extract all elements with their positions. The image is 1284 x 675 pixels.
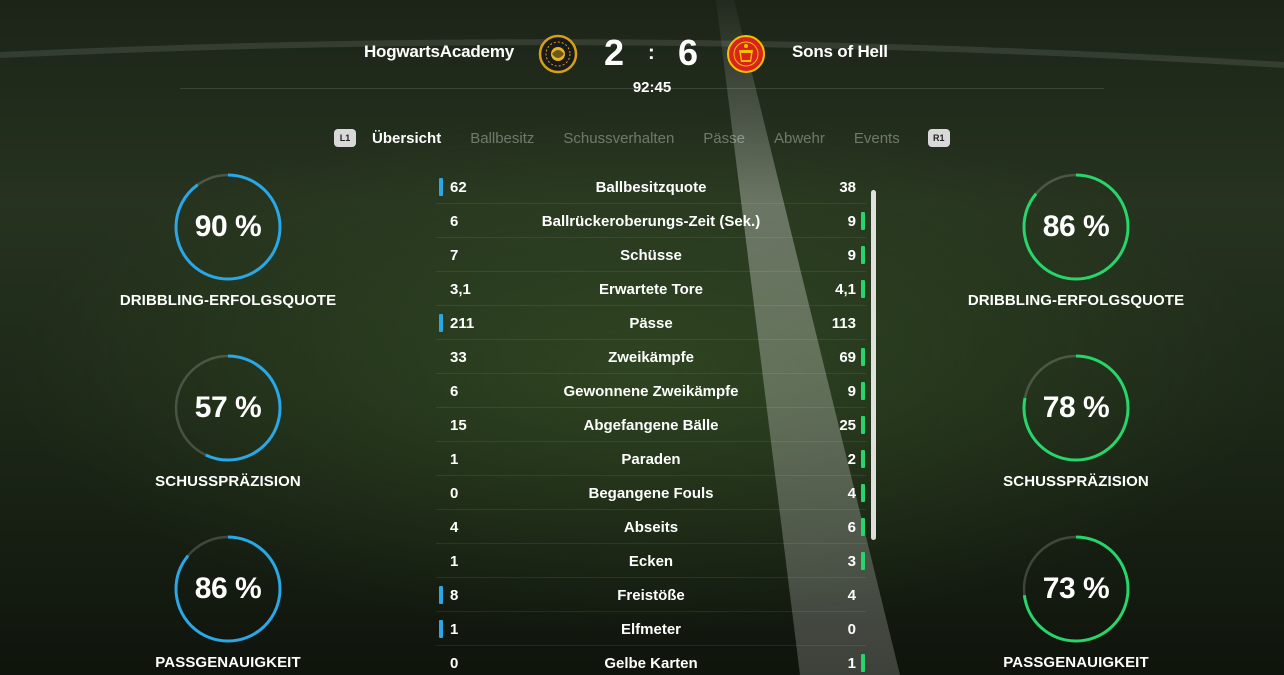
away-stat-value: 38 [839,179,856,196]
stat-label: Elfmeter [620,621,682,638]
stat-label: Ecken [628,553,674,570]
stat-row: 1 Paraden 2 [436,442,866,476]
stats-table: 62 Ballbesitzquote 38 6 Ballrückeroberungs-Z… [436,170,866,675]
stat-label: Pässe [629,315,673,332]
header-divider [180,88,1104,89]
stat-row: 6 Gewonnene Zweikämpfe 9 [436,374,866,408]
ring-value: 90 % [194,210,262,243]
home-score: 2 [604,32,625,73]
home-crest-icon [538,34,578,74]
away-stat-value: 4 [847,485,856,502]
progress-ring: 57 % [174,354,282,462]
home-ring-stat: 57 % SCHUSSPRÄZISION [98,354,358,490]
tab-schussverhalten[interactable]: Schussverhalten [563,130,674,147]
away-stat-value: 0 [847,621,856,638]
stat-label: Erwartete Tore [599,281,703,298]
progress-ring: 90 % [174,173,282,281]
ring-value: 86 % [194,572,262,605]
stat-row: 62 Ballbesitzquote 38 [436,170,866,204]
away-ring-stat: 86 % DRIBBLING-ERFOLGSQUOTE [946,173,1206,309]
stat-row: 15 Abgefangene Bälle 25 [436,408,866,442]
away-stat-value: 3 [847,553,856,570]
scoreboard: HogwartsAcademy 2 : 6 Sons of Hell 92:45 [0,30,1284,100]
away-stat-value: 4,1 [835,281,856,298]
stat-row: 7 Schüsse 9 [436,238,866,272]
ring-value: 78 % [1042,391,1110,424]
away-stat-value: 2 [847,451,856,468]
away-stat-value: 69 [839,349,856,366]
stat-row: 0 Begangene Fouls 4 [436,476,866,510]
tab-uebersicht[interactable]: Übersicht [372,130,441,147]
ring-label: SCHUSSPRÄZISION [155,473,301,490]
ring-value: 57 % [194,391,262,424]
home-ring-stat: 86 % PASSGENAUIGKEIT [98,535,358,671]
home-ring-stat: 90 % DRIBBLING-ERFOLGSQUOTE [98,173,358,309]
away-team-name: Sons of Hell [792,42,888,61]
away-stat-value: 25 [839,417,856,434]
away-stat-value: 9 [847,383,856,400]
stat-label: Abseits [623,519,679,536]
ring-value: 73 % [1042,572,1110,605]
stats-scrollbar[interactable] [871,190,876,540]
stat-label: Begangene Fouls [588,485,714,502]
stats-tabs: L1 Übersicht Ballbesitz Schussverhalten … [334,126,950,150]
stat-row: 3,1 Erwartete Tore 4,1 [436,272,866,306]
tab-paesse[interactable]: Pässe [703,130,745,147]
l1-button[interactable]: L1 [334,129,356,147]
stat-label: Gelbe Karten [604,655,698,672]
home-team-name: HogwartsAcademy [363,42,514,61]
ring-label: PASSGENAUIGKEIT [155,654,301,671]
away-stat-value: 113 [831,315,856,332]
away-stat-value: 9 [847,213,856,230]
stat-label: Abgefangene Bälle [583,417,719,434]
stat-row: 1 Elfmeter 0 [436,612,866,646]
away-score: 6 [678,32,699,73]
stat-label: Gewonnene Zweikämpfe [563,383,739,400]
away-stat-value: 1 [847,655,856,672]
r1-button[interactable]: R1 [927,129,950,147]
stat-label: Paraden [621,451,681,468]
tab-ballbesitz[interactable]: Ballbesitz [470,130,534,147]
stat-label: Schüsse [620,247,682,264]
away-stat-value: 4 [847,587,856,604]
stat-row: 6 Ballrückeroberungs-Zeit (Sek.) 9 [436,204,866,238]
progress-ring: 86 % [1022,173,1130,281]
ring-label: DRIBBLING-ERFOLGSQUOTE [967,292,1185,309]
stat-label: Zweikämpfe [608,349,694,366]
stat-row: 211 Pässe 113 [436,306,866,340]
progress-ring: 86 % [174,535,282,643]
away-stat-value: 6 [847,519,856,536]
tab-events[interactable]: Events [854,130,900,147]
away-crest-icon [727,35,765,73]
away-ring-stat: 78 % SCHUSSPRÄZISION [946,354,1206,490]
stat-row: 33 Zweikämpfe 69 [436,340,866,374]
ring-label: DRIBBLING-ERFOLGSQUOTE [119,292,337,309]
stat-row: 0 Gelbe Karten 1 [436,646,866,675]
stat-label: Freistöße [617,587,685,604]
stat-label: Ballbesitzquote [595,179,707,196]
stat-row: 4 Abseits 6 [436,510,866,544]
ring-label: PASSGENAUIGKEIT [1003,654,1149,671]
away-ring-stat: 73 % PASSGENAUIGKEIT [946,535,1206,671]
score-separator: : [648,42,655,64]
stat-row: 8 Freistöße 4 [436,578,866,612]
ring-label: SCHUSSPRÄZISION [1003,473,1149,490]
ring-value: 86 % [1042,210,1110,243]
stat-label: Ballrückeroberungs-Zeit (Sek.) [541,213,761,230]
tab-abwehr[interactable]: Abwehr [774,130,825,147]
progress-ring: 73 % [1022,535,1130,643]
progress-ring: 78 % [1022,354,1130,462]
away-stat-value: 9 [847,247,856,264]
stat-row: 1 Ecken 3 [436,544,866,578]
